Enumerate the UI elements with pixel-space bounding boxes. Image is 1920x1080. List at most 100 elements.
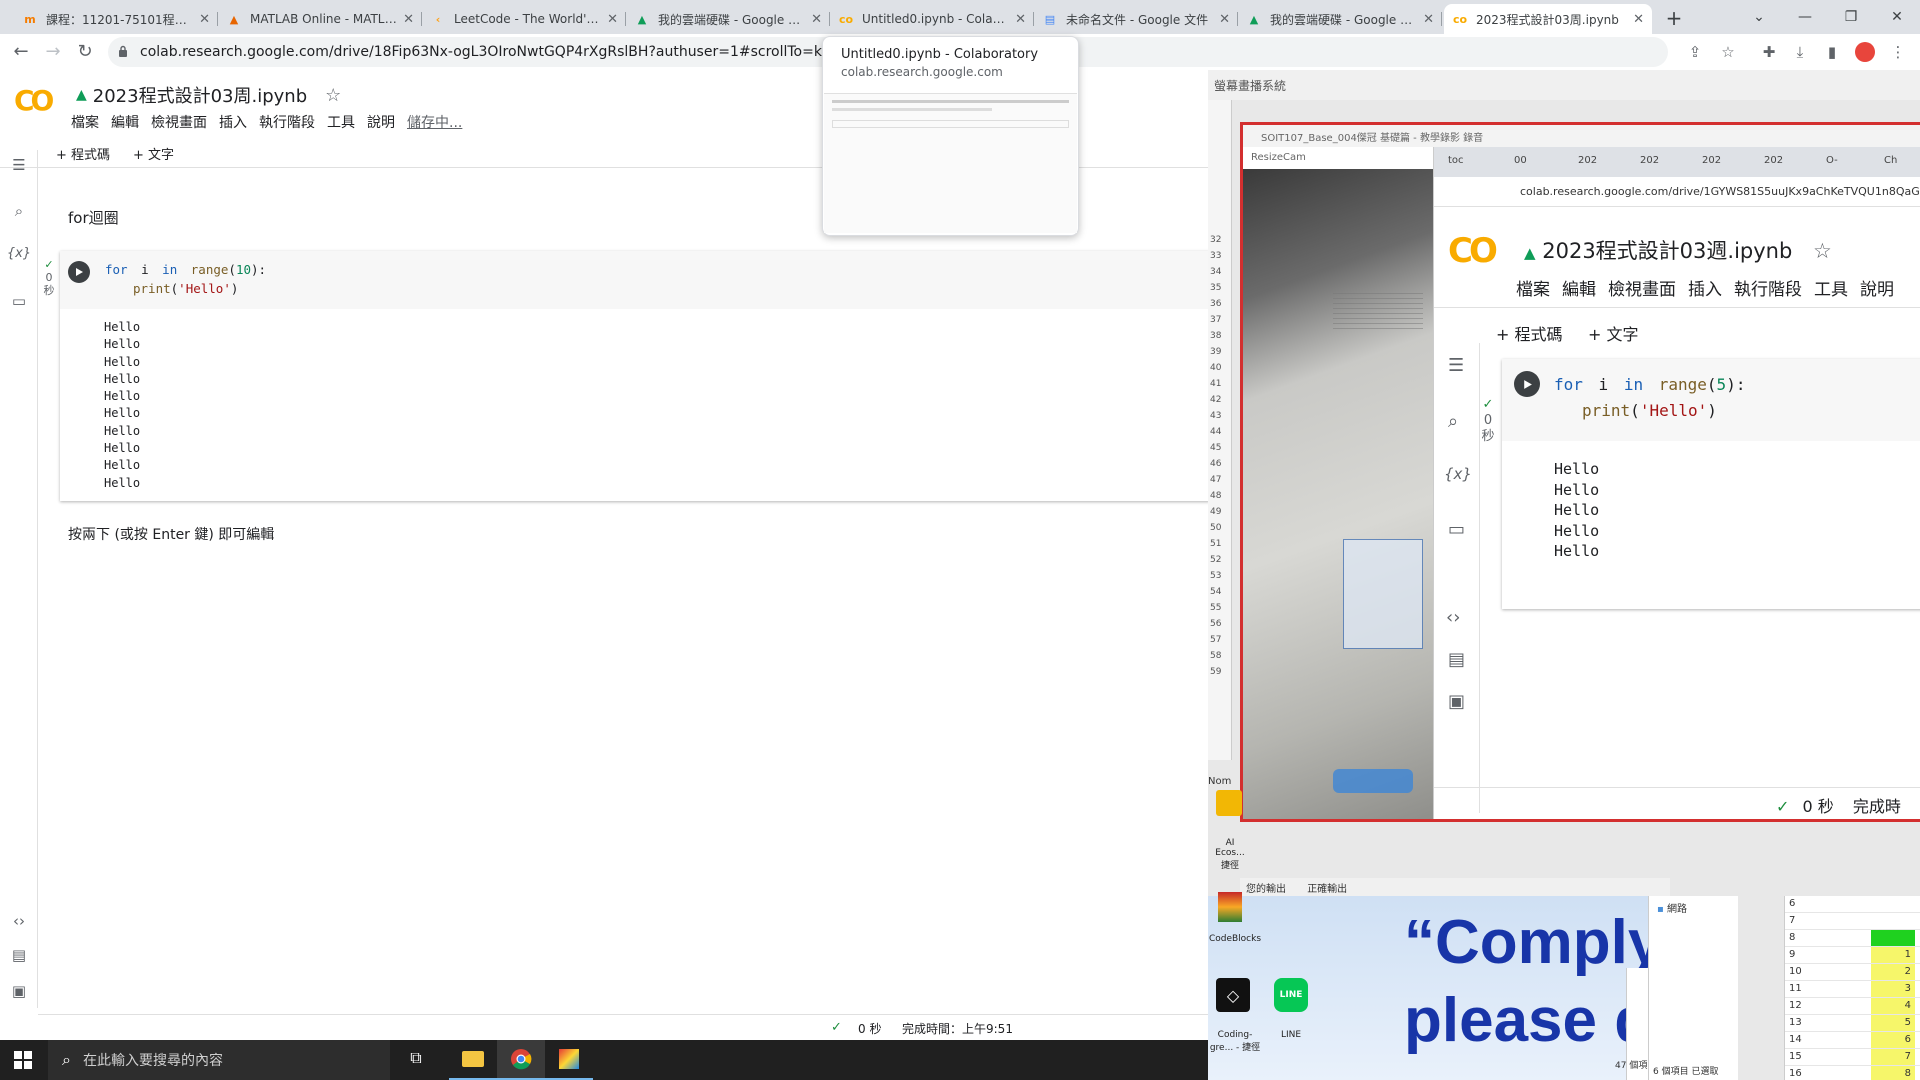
sheet-cell[interactable] bbox=[1871, 913, 1915, 929]
desktop-icon-label: LINE bbox=[1280, 1030, 1302, 1040]
menu-runtime[interactable]: 執行階段 bbox=[259, 112, 315, 132]
restore-button[interactable]: ❐ bbox=[1828, 0, 1874, 34]
close-tab-icon[interactable]: ✕ bbox=[1633, 12, 1644, 27]
browser-tab[interactable]: ▲ MATLAB Online - MATLAB ✕ bbox=[218, 4, 422, 34]
menu-help[interactable]: 說明 bbox=[367, 112, 395, 132]
variables-icon[interactable]: {x} bbox=[0, 246, 38, 261]
sheet-cell[interactable]: 6 bbox=[1871, 1032, 1915, 1048]
tab-your-output[interactable]: 您的輸出 bbox=[1246, 884, 1286, 895]
task-view-icon[interactable]: ⧉ bbox=[404, 1048, 428, 1072]
download-icon[interactable]: ⤓ bbox=[1788, 40, 1812, 64]
desktop-icon-label: CodeBlocks bbox=[1208, 934, 1262, 944]
browser-tab[interactable]: ▲ 我的雲端硬碟 - Google 雲端硬碟 ✕ bbox=[1238, 4, 1442, 34]
tab-search-chevron-icon[interactable]: ⌄ bbox=[1736, 0, 1782, 34]
bookmark-star-icon[interactable]: ☆ bbox=[1716, 40, 1740, 64]
desktop-icon-label: Coding-gre... - 捷徑 bbox=[1209, 1030, 1261, 1053]
close-tab-icon[interactable]: ✕ bbox=[1219, 12, 1230, 27]
add-text-button[interactable]: + 文字 bbox=[133, 144, 174, 163]
more-menu-icon[interactable]: ⋮ bbox=[1886, 40, 1910, 64]
line-number: 47 bbox=[1210, 475, 1222, 485]
terminal-icon[interactable]: ▣ bbox=[0, 982, 38, 1000]
file-explorer-taskbar-icon[interactable] bbox=[449, 1040, 497, 1080]
close-tab-icon[interactable]: ✕ bbox=[199, 12, 210, 27]
app-taskbar-icon[interactable] bbox=[545, 1040, 593, 1080]
run-cell-button[interactable] bbox=[68, 261, 90, 283]
back-icon[interactable]: ← bbox=[6, 36, 36, 66]
colab-logo[interactable]: CO bbox=[14, 84, 54, 117]
app-shortcut-icon[interactable] bbox=[1216, 790, 1242, 816]
mini-left-rail: ☰ ⌕ {x} ▭ ‹› ▤ ▣ bbox=[1434, 343, 1480, 813]
add-code-button[interactable]: + 程式碼 bbox=[56, 144, 110, 163]
star-icon[interactable]: ☆ bbox=[325, 85, 341, 106]
tab-correct-output[interactable]: 正確輸出 bbox=[1307, 884, 1347, 895]
close-window-button[interactable]: ✕ bbox=[1874, 0, 1920, 34]
text-cell-edit-hint[interactable]: 按兩下 (或按 Enter 鍵) 即可編輯 bbox=[68, 524, 274, 544]
menu-tools[interactable]: 工具 bbox=[327, 112, 355, 132]
files-icon[interactable]: ▭ bbox=[0, 292, 38, 310]
sheet-cell[interactable] bbox=[1871, 930, 1915, 946]
output-line: Hello bbox=[104, 354, 141, 369]
output-line: Hello bbox=[104, 371, 141, 386]
line-number: 46 bbox=[1210, 459, 1222, 469]
search-icon[interactable]: ⌕ bbox=[0, 202, 38, 220]
text-cell-heading[interactable]: for迴圈 bbox=[68, 207, 119, 228]
menu-file[interactable]: 檔案 bbox=[71, 112, 99, 132]
browser-tab-active[interactable]: co 2023程式設計03周.ipynb ✕ bbox=[1444, 4, 1652, 34]
drive-icon: ▲ bbox=[1249, 12, 1259, 26]
browser-tab[interactable]: co Untitled0.ipynb - Colaboratory ✕ bbox=[830, 4, 1034, 34]
avatar[interactable] bbox=[1855, 42, 1875, 62]
minimize-button[interactable]: — bbox=[1782, 0, 1828, 34]
line-number: 37 bbox=[1210, 315, 1222, 325]
forward-icon[interactable]: → bbox=[38, 36, 68, 66]
browser-tab[interactable]: m 課程：11201-75101程式設計 ✕ bbox=[14, 4, 218, 34]
sheet-row-number: 8 bbox=[1789, 932, 1796, 943]
menu-insert[interactable]: 插入 bbox=[219, 112, 247, 132]
sheet-cell[interactable]: 5 bbox=[1871, 1015, 1915, 1031]
taskbar-search-box[interactable]: ⌕ 在此輸入要搜尋的內容 bbox=[48, 1040, 390, 1080]
line-number: 41 bbox=[1210, 379, 1222, 389]
browser-tab[interactable]: ▤ 未命名文件 - Google 文件 ✕ bbox=[1034, 4, 1238, 34]
close-tab-icon[interactable]: ✕ bbox=[403, 12, 414, 27]
status-completed-time: 完成時間：上午9:51 bbox=[902, 1022, 1013, 1036]
menu-view[interactable]: 檢視畫面 bbox=[151, 112, 207, 132]
code-snippets-icon[interactable]: ‹› bbox=[0, 912, 38, 930]
sheet-cell[interactable] bbox=[1871, 896, 1915, 912]
sheet-cell[interactable]: 1 bbox=[1871, 947, 1915, 963]
line-number: 58 bbox=[1210, 651, 1222, 661]
reload-icon[interactable]: ↻ bbox=[70, 36, 100, 66]
close-tab-icon[interactable]: ✕ bbox=[811, 12, 822, 27]
notebook-title-area: ▲ 2023程式設計03周.ipynb ☆ bbox=[76, 82, 341, 108]
browser-tab[interactable]: ▲ 我的雲端硬碟 - Google 雲端硬碟 ✕ bbox=[626, 4, 830, 34]
codeblocks-icon[interactable] bbox=[1218, 892, 1242, 922]
line-number: 57 bbox=[1210, 635, 1222, 645]
close-tab-icon[interactable]: ✕ bbox=[607, 12, 618, 27]
command-palette-icon[interactable]: ▤ bbox=[0, 946, 38, 964]
sheet-cell[interactable]: 3 bbox=[1871, 981, 1915, 997]
left-rail: ☰ ⌕ {x} ▭ ‹› ▤ ▣ bbox=[0, 150, 38, 1008]
sheet-cell[interactable]: 2 bbox=[1871, 964, 1915, 980]
windows-start-icon[interactable] bbox=[14, 1051, 32, 1069]
chrome-taskbar-icon[interactable] bbox=[497, 1040, 545, 1080]
code-editor[interactable]: for i in range(10): print('Hello') bbox=[60, 251, 1210, 309]
extensions-icon[interactable]: ✚ bbox=[1757, 40, 1781, 64]
browser-tab[interactable]: ‹ LeetCode - The World's Leading ✕ bbox=[422, 4, 626, 34]
close-tab-icon[interactable]: ✕ bbox=[1423, 12, 1434, 27]
sheet-cell[interactable]: 8 bbox=[1871, 1066, 1915, 1080]
coding-game-icon[interactable]: ◇ bbox=[1216, 978, 1250, 1012]
share-icon[interactable]: ⇪ bbox=[1683, 40, 1707, 64]
line-app-icon[interactable]: LINE bbox=[1274, 978, 1308, 1012]
toc-icon[interactable]: ☰ bbox=[0, 156, 38, 174]
menu-edit[interactable]: 編輯 bbox=[111, 112, 139, 132]
close-tab-icon[interactable]: ✕ bbox=[1015, 12, 1026, 27]
search-icon: ⌕ bbox=[62, 1050, 71, 1069]
line-number: 52 bbox=[1210, 555, 1222, 565]
sheet-cell[interactable]: 7 bbox=[1871, 1049, 1915, 1065]
line-number: 34 bbox=[1210, 267, 1222, 277]
tab-title: Untitled0.ipynb - Colaboratory bbox=[862, 12, 1009, 26]
side-panel-icon[interactable]: ▮ bbox=[1820, 40, 1844, 64]
new-tab-button[interactable]: + bbox=[1660, 4, 1688, 32]
notebook-title[interactable]: 2023程式設計03周.ipynb bbox=[93, 82, 307, 108]
tab-hover-card: Untitled0.ipynb - Colaboratory colab.res… bbox=[822, 36, 1079, 236]
code-cell[interactable]: for i in range(10): print('Hello') Hello… bbox=[60, 251, 1210, 501]
sheet-cell[interactable]: 4 bbox=[1871, 998, 1915, 1014]
